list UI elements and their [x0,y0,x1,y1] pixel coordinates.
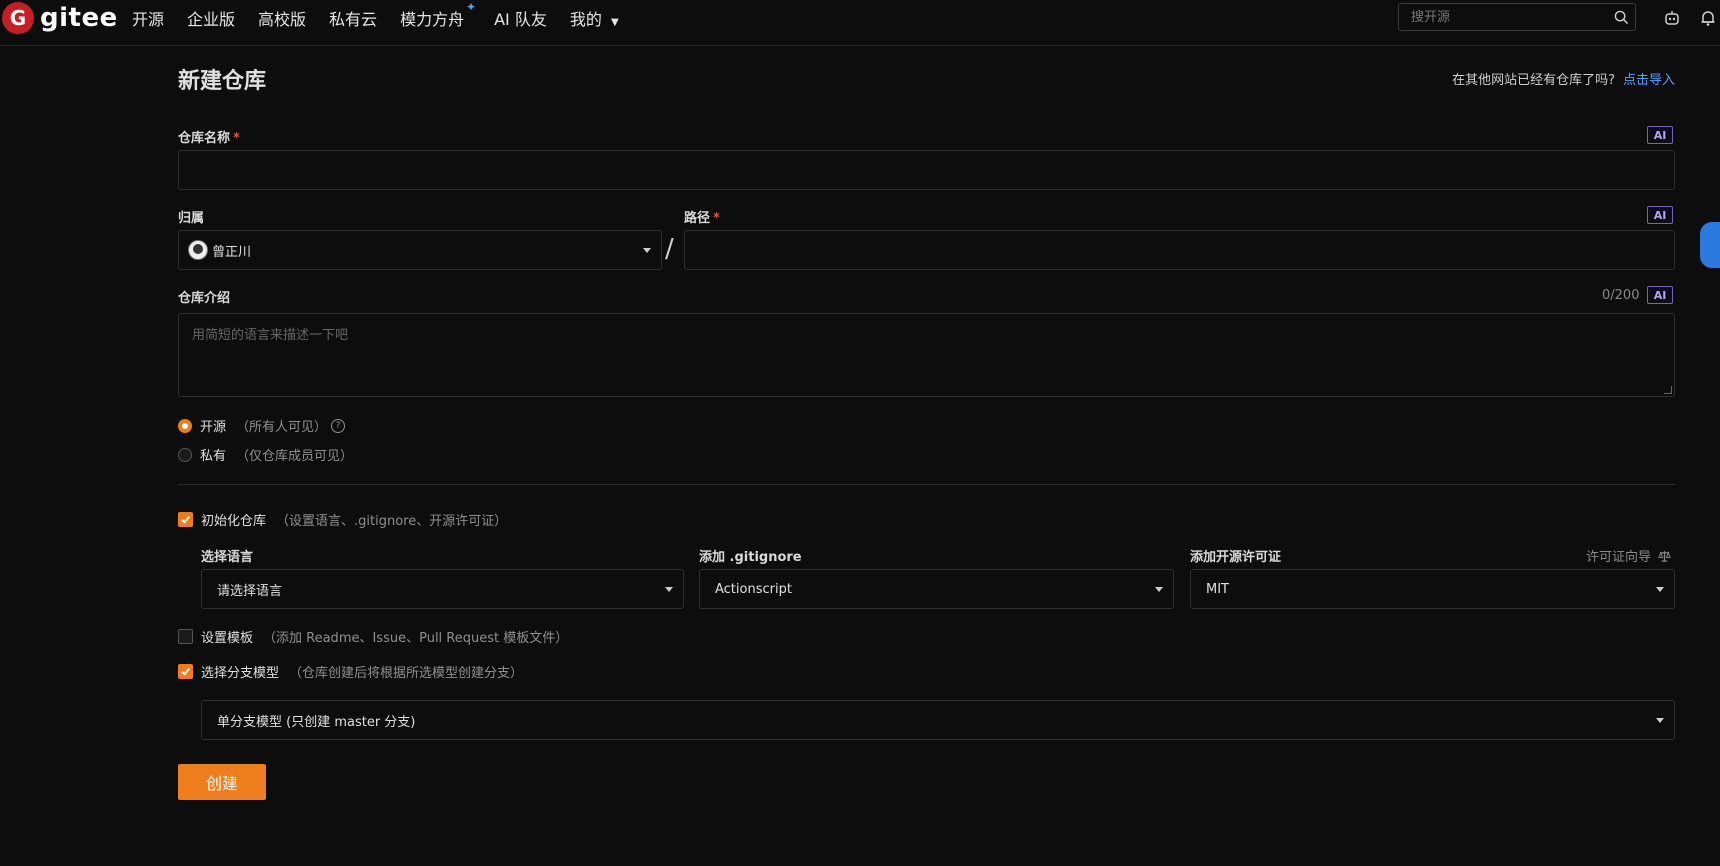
repo-name-input[interactable] [178,150,1675,190]
license-label: 添加开源许可证 [1190,550,1282,565]
nav-item-enterprise[interactable]: 企业版 [187,6,235,30]
caret-down-icon: ▼ [610,17,619,28]
gitignore-value: Actionscript [715,581,792,597]
page-title: 新建仓库 [178,69,267,94]
chevron-down-icon [643,248,651,253]
template-hint: （添加 Readme、Issue、Pull Request 模板文件） [263,631,569,646]
description-ai-button[interactable]: AI [1647,286,1673,304]
license-guide-link[interactable]: 许可证向导 [1586,546,1671,565]
resize-handle[interactable] [1664,386,1672,394]
branch-model-value: 单分支模型 (只创建 master 分支) [217,714,416,730]
nav-item-private-cloud[interactable]: 私有云 [329,6,377,30]
gitee-logo[interactable]: G gitee [2,2,118,34]
nav-item-mine[interactable]: 我的 ▼ [570,6,619,30]
path-input[interactable] [684,230,1675,270]
license-guide-label: 许可证向导 [1586,550,1652,565]
check-icon [181,516,190,524]
avatar [188,240,208,260]
bell-icon[interactable] [1698,8,1718,28]
branch-model-checkbox[interactable] [178,664,193,679]
chevron-down-icon [665,587,673,592]
branch-model-select[interactable]: 单分支模型 (只创建 master 分支) [201,700,1675,740]
path-separator: / [665,234,674,264]
sparkle-icon: ✦ [466,0,477,14]
import-link[interactable]: 点击导入 [1623,73,1675,88]
search-input[interactable] [1399,8,1607,26]
language-select[interactable]: 请选择语言 [201,569,684,609]
path-ai-button[interactable]: AI [1647,206,1673,224]
create-button[interactable]: 创建 [178,764,266,800]
path-label-text: 路径 [684,211,711,226]
import-hint: 在其他网站已经有仓库了吗? 点击导入 [1452,69,1675,88]
repo-name-label: 仓库名称 * [178,127,240,146]
visibility-public-option[interactable]: 开源 （所有人可见） ? [178,416,346,435]
repo-name-ai-button[interactable]: AI [1647,126,1673,144]
init-repo-label: 初始化仓库 [201,514,267,529]
chevron-down-icon [1656,587,1664,592]
required-mark: * [233,131,240,146]
language-label: 选择语言 [201,550,254,565]
import-prompt: 在其他网站已经有仓库了吗? [1452,73,1615,88]
public-hint: （所有人可见） [236,420,328,435]
nav-item-moli-fangzhou[interactable]: 模力方舟 ✦ [400,0,476,30]
description-counter: 0/200 [1602,288,1640,303]
branch-model-option[interactable]: 选择分支模型 （仓库创建后将根据所选模型创建分支） [178,662,523,681]
top-nav: G gitee 开源 企业版 高校版 私有云 模力方舟 ✦ AI 队友 我的 ▼ [0,0,1720,46]
private-label: 私有 [200,449,227,464]
nav-item-mine-label: 我的 [569,10,602,29]
section-divider [178,484,1675,485]
branch-model-label: 选择分支模型 [201,666,280,681]
template-option[interactable]: 设置模板 （添加 Readme、Issue、Pull Request 模板文件） [178,627,568,646]
gitee-logo-text: gitee [40,3,118,33]
gitignore-select[interactable]: Actionscript [699,569,1174,609]
nav-item-education[interactable]: 高校版 [258,6,306,30]
visibility-private-option[interactable]: 私有 （仅仓库成员可见） [178,445,353,464]
floating-assistant-widget[interactable] [1700,222,1720,268]
search-icon[interactable] [1607,10,1635,25]
public-radio[interactable] [178,418,192,433]
repo-name-label-text: 仓库名称 [178,131,231,146]
private-hint: （仅仓库成员可见） [236,449,354,464]
chevron-down-icon [1155,587,1163,592]
chevron-down-icon [1656,718,1664,723]
description-label: 仓库介绍 [178,291,231,306]
help-icon[interactable]: ? [331,418,346,433]
template-label: 设置模板 [201,631,254,646]
search-box[interactable] [1398,3,1636,31]
init-repo-option[interactable]: 初始化仓库 （设置语言、.gitignore、开源许可证） [178,510,507,529]
owner-value: 曾正川 [212,244,252,260]
license-select[interactable]: MIT [1190,569,1675,609]
branch-model-hint: （仓库创建后将根据所选模型创建分支） [289,666,524,681]
gitignore-label: 添加 .gitignore [699,550,802,565]
license-value: MIT [1206,581,1229,597]
owner-label: 归属 [178,211,205,226]
robot-icon[interactable] [1662,8,1682,28]
nav-menu: 开源 企业版 高校版 私有云 模力方舟 ✦ AI 队友 我的 ▼ [132,0,642,36]
language-value: 请选择语言 [217,583,283,599]
required-mark: * [713,211,720,226]
owner-select[interactable]: 曾正川 [178,230,662,270]
nav-item-open-source[interactable]: 开源 [132,6,164,30]
init-repo-hint: （设置语言、.gitignore、开源许可证） [276,514,508,529]
template-checkbox[interactable] [178,629,193,644]
scale-icon [1658,550,1671,562]
check-icon [181,668,190,676]
private-radio[interactable] [178,447,192,462]
description-placeholder: 用简短的语言来描述一下吧 [192,328,349,343]
path-label: 路径 * [684,207,720,226]
description-textarea[interactable]: 用简短的语言来描述一下吧 [178,313,1675,397]
nav-item-ai-teammate[interactable]: AI 队友 [494,6,547,30]
gitee-logo-icon: G [2,2,34,34]
nav-item-moli-label: 模力方舟 [400,10,465,29]
init-repo-checkbox[interactable] [178,512,193,527]
public-label: 开源 [200,420,227,435]
